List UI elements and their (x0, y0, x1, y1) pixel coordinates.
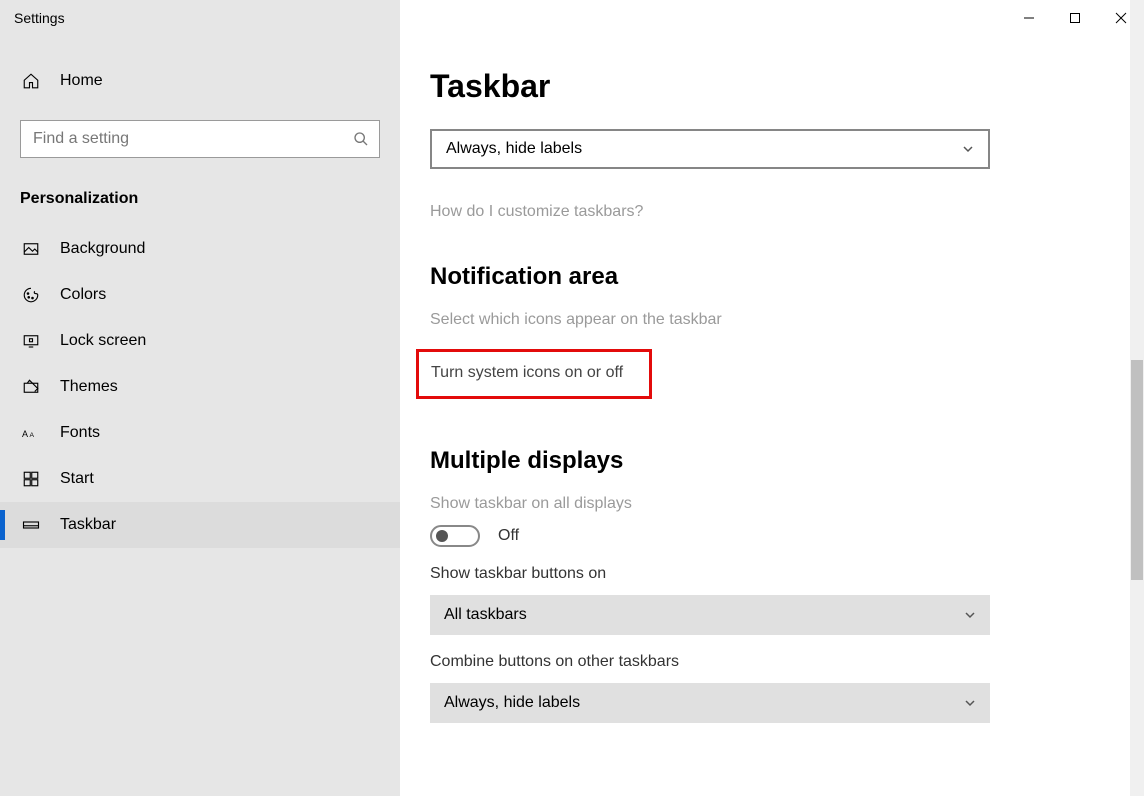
sidebar-item-label: Themes (60, 378, 118, 396)
select-icons-link[interactable]: Select which icons appear on the taskbar (430, 311, 1120, 329)
titlebar: Settings (0, 0, 1144, 36)
sidebar-item-themes[interactable]: Themes (0, 364, 400, 410)
search-icon (353, 131, 369, 147)
sidebar-item-colors[interactable]: Colors (0, 272, 400, 318)
chevron-down-icon (964, 697, 976, 709)
taskbar-icon (20, 516, 42, 534)
sidebar-item-label: Fonts (60, 424, 100, 442)
fonts-icon: AA (20, 426, 42, 440)
minimize-button[interactable] (1006, 0, 1052, 36)
sidebar: Home Personalization Background Colors L… (0, 0, 400, 796)
minimize-icon (1023, 12, 1035, 24)
show-all-toggle-row: Off (430, 525, 1120, 547)
combine-buttons-select[interactable]: Always, hide labels (430, 129, 990, 169)
show-buttons-label: Show taskbar buttons on (430, 565, 1120, 583)
show-all-label: Show taskbar on all displays (430, 495, 1120, 513)
select-value: Always, hide labels (444, 694, 580, 712)
scrollbar-thumb[interactable] (1131, 360, 1143, 580)
home-button[interactable]: Home (0, 60, 400, 102)
show-all-toggle[interactable] (430, 525, 480, 547)
home-icon (20, 72, 42, 90)
sidebar-item-label: Lock screen (60, 332, 146, 350)
sidebar-item-background[interactable]: Background (0, 226, 400, 272)
start-icon (20, 470, 42, 488)
maximize-icon (1069, 12, 1081, 24)
content-area: Taskbar Always, hide labels How do I cus… (400, 0, 1144, 796)
close-icon (1115, 12, 1127, 24)
sidebar-item-lockscreen[interactable]: Lock screen (0, 318, 400, 364)
toggle-state: Off (498, 527, 519, 545)
sidebar-item-start[interactable]: Start (0, 456, 400, 502)
multiple-displays-heading: Multiple displays (430, 447, 1120, 475)
sidebar-item-label: Start (60, 470, 94, 488)
search-box[interactable] (20, 120, 380, 158)
select-value: Always, hide labels (446, 140, 582, 158)
svg-text:A: A (30, 432, 35, 439)
turn-system-icons-link[interactable]: Turn system icons on or off (431, 364, 623, 382)
lock-screen-icon (20, 332, 42, 350)
image-icon (20, 240, 42, 258)
toggle-knob (436, 530, 448, 542)
combine-other-label: Combine buttons on other taskbars (430, 653, 1120, 671)
page-title: Taskbar (430, 68, 1120, 105)
combine-other-select[interactable]: Always, hide labels (430, 683, 990, 723)
themes-icon (20, 378, 42, 396)
settings-window: Settings Home Personalization (0, 0, 1144, 796)
sidebar-item-label: Taskbar (60, 516, 116, 534)
highlight-box: Turn system icons on or off (416, 349, 652, 399)
home-label: Home (60, 72, 103, 90)
close-button[interactable] (1098, 0, 1144, 36)
window-controls (1006, 0, 1144, 36)
scrollbar-track[interactable] (1130, 0, 1144, 796)
sidebar-item-label: Background (60, 240, 145, 258)
palette-icon (20, 286, 42, 304)
notification-heading: Notification area (430, 263, 1120, 291)
sidebar-item-taskbar[interactable]: Taskbar (0, 502, 400, 548)
maximize-button[interactable] (1052, 0, 1098, 36)
sidebar-item-fonts[interactable]: AA Fonts (0, 410, 400, 456)
chevron-down-icon (964, 609, 976, 621)
window-title: Settings (0, 10, 65, 26)
select-value: All taskbars (444, 606, 527, 624)
category-label: Personalization (0, 182, 400, 226)
sidebar-item-label: Colors (60, 286, 106, 304)
customize-link[interactable]: How do I customize taskbars? (430, 203, 1120, 221)
svg-text:A: A (22, 429, 28, 439)
show-buttons-select[interactable]: All taskbars (430, 595, 990, 635)
search-input[interactable] (33, 130, 353, 148)
chevron-down-icon (962, 143, 974, 155)
